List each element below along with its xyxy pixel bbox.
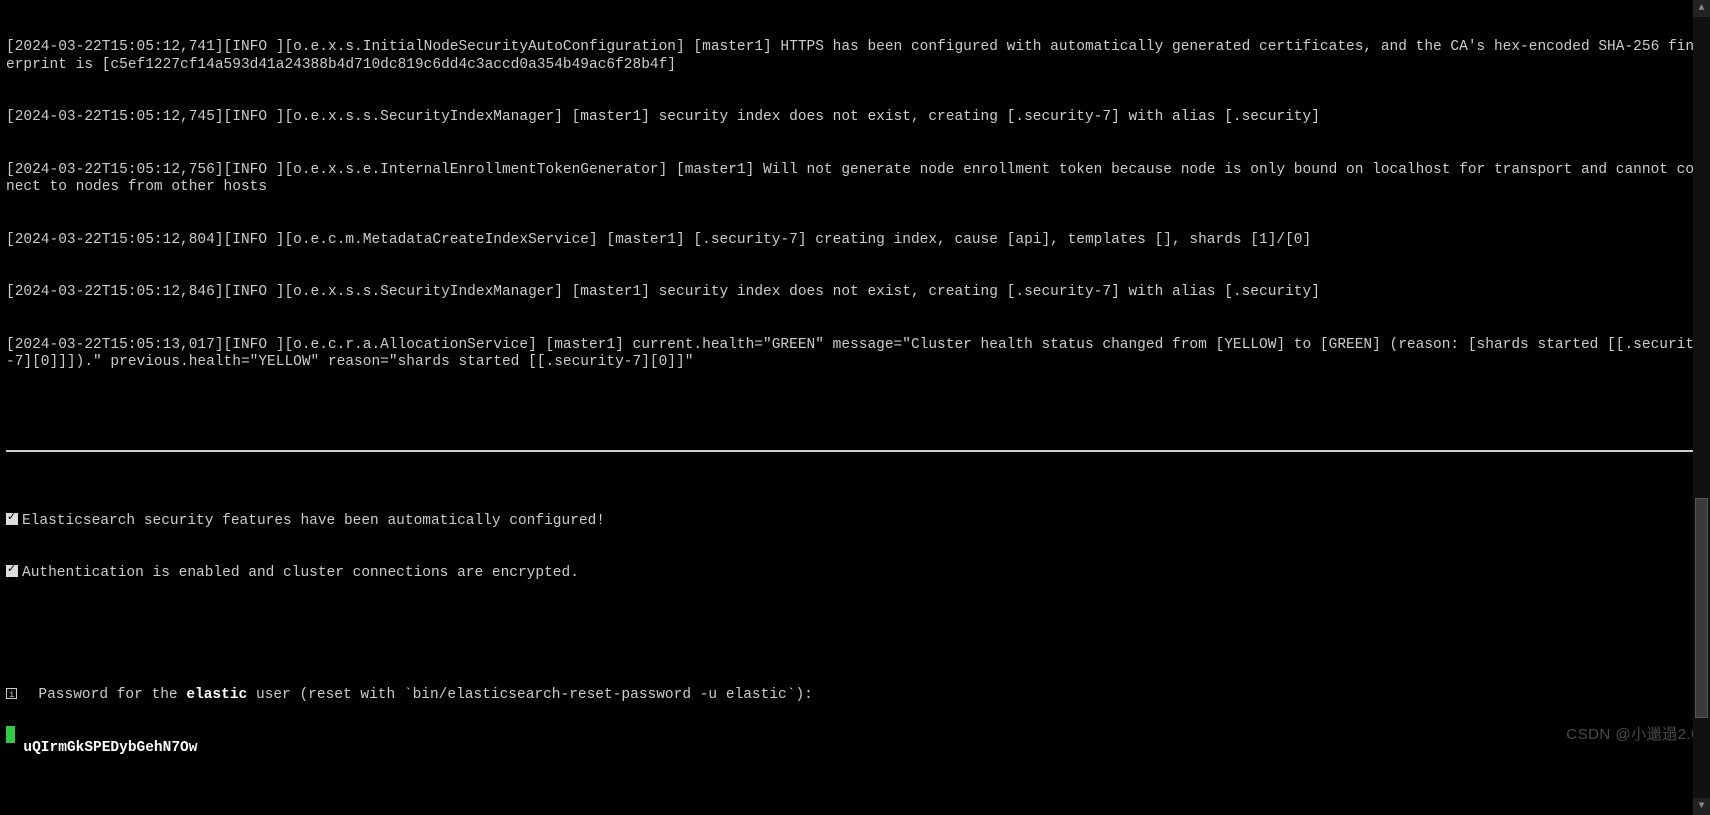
terminal-cursor: [6, 726, 15, 743]
log-line: [2024-03-22T15:05:12,745][INFO ][o.e.x.s…: [6, 109, 1704, 127]
scroll-down-arrow[interactable]: ▼: [1693, 798, 1710, 815]
section-divider: [6, 450, 1704, 452]
elastic-password: uQIrmGkSPEDybGehN7Ow: [6, 740, 1704, 758]
info-icon: [6, 688, 17, 699]
watermark: CSDN @小邋遢2.0: [1566, 726, 1700, 744]
check-icon: [6, 513, 18, 525]
scroll-thumb[interactable]: [1695, 498, 1708, 718]
scroll-track[interactable]: [1693, 17, 1710, 798]
terminal-output[interactable]: [2024-03-22T15:05:12,741][INFO ][o.e.x.s…: [0, 0, 1710, 815]
vertical-scrollbar[interactable]: ▲ ▼: [1693, 0, 1710, 815]
password-section: Password for the elastic user (reset wit…: [6, 652, 1704, 792]
log-line: [2024-03-22T15:05:12,804][INFO ][o.e.c.m…: [6, 232, 1704, 250]
security-banner-line: Elasticsearch security features have bee…: [6, 513, 1704, 531]
log-line: [2024-03-22T15:05:12,756][INFO ][o.e.x.s…: [6, 162, 1704, 197]
security-banner-line: Authentication is enabled and cluster co…: [6, 565, 1704, 583]
log-line: [2024-03-22T15:05:12,846][INFO ][o.e.x.s…: [6, 284, 1704, 302]
scroll-up-arrow[interactable]: ▲: [1693, 0, 1710, 17]
log-line: [2024-03-22T15:05:12,741][INFO ][o.e.x.s…: [6, 39, 1704, 74]
check-icon: [6, 565, 18, 577]
log-line: [2024-03-22T15:05:13,017][INFO ][o.e.c.r…: [6, 337, 1704, 372]
